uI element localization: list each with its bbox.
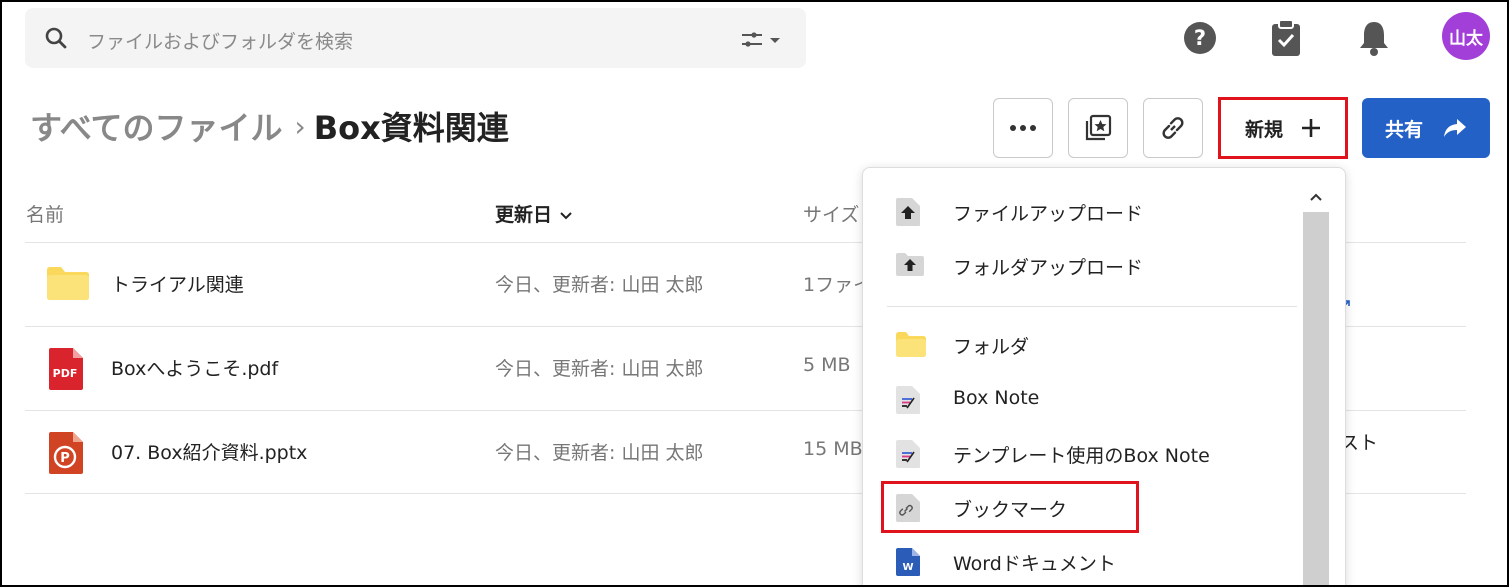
breadcrumb-root[interactable]: すべてのファイル [30,103,282,149]
column-header-size[interactable]: サイズ [803,200,859,227]
notifications-bell-icon[interactable] [1356,18,1392,58]
svg-text:PDF: PDF [53,367,78,380]
menu-divider [887,306,1297,307]
file-name[interactable]: Boxへようこそ.pdf [111,354,278,381]
collections-button[interactable] [1068,98,1128,158]
menu-item-folder[interactable]: フォルダ [863,317,1303,371]
app-frame: ファイルおよびフォルダを検索 ? 山太 すべてのファイル › Box資料関連 新… [0,0,1509,587]
modified-info: 今日、更新者: 山田 太郎 [495,442,704,464]
plus-icon [1302,119,1320,137]
folder-upload-icon [895,251,925,281]
scroll-up-chevron-icon[interactable] [1303,184,1329,210]
menu-scrollbar[interactable] [1303,212,1329,585]
help-icon[interactable]: ? [1182,18,1218,58]
user-avatar[interactable]: 山太 [1442,12,1490,60]
modified-info: 今日、更新者: 山田 太郎 [495,274,704,296]
breadcrumb: すべてのファイル › Box資料関連 [30,103,509,149]
table-row[interactable]: トライアル関連 今日、更新者: 山田 太郎 1ファイ [25,242,872,326]
menu-item-word-document[interactable]: W Wordドキュメント [863,534,1303,585]
box-note-template-icon [895,439,921,473]
breadcrumb-current: Box資料関連 [313,109,509,147]
share-button[interactable]: 共有 [1362,98,1490,158]
bookmark-highlight-box [881,481,1139,533]
table-row[interactable]: P 07. Box紹介資料.pptx 今日、更新者: 山田 太郎 15 MB [25,410,865,494]
svg-text:?: ? [1194,26,1206,50]
search-bar[interactable]: ファイルおよびフォルダを検索 [25,8,806,68]
menu-item-box-note-template[interactable]: テンプレート使用のBox Note [863,426,1303,480]
modified-info: 今日、更新者: 山田 太郎 [495,358,704,380]
menu-item-folder-upload[interactable]: フォルダアップロード [863,238,1303,292]
share-arrow-icon [1444,119,1466,137]
menu-item-label: フォルダ [953,336,1030,358]
tasks-clipboard-icon[interactable] [1268,18,1304,58]
file-name[interactable]: トライアル関連 [111,270,244,297]
file-name[interactable]: 07. Box紹介資料.pptx [111,438,307,465]
search-icon [44,26,68,54]
svg-text:W: W [902,562,913,573]
svg-text:P: P [60,451,70,466]
file-upload-icon [895,197,921,231]
column-header-modified[interactable]: 更新日 [495,200,573,227]
search-filter-icon[interactable] [740,29,788,55]
new-dropdown-menu: ファイルアップロード フォルダアップロード フォルダ Box Note テンプレ… [862,167,1346,585]
menu-item-label: Box Note [953,387,1040,409]
more-options-button[interactable] [993,98,1053,158]
copy-link-button[interactable] [1143,98,1203,158]
column-header-name[interactable]: 名前 [26,200,64,227]
menu-item-label: Wordドキュメント [953,553,1116,575]
pdf-icon: PDF [45,346,85,396]
folder-icon [45,262,91,306]
new-button[interactable]: 新規 [1218,97,1348,159]
pptx-icon: P [45,430,85,480]
menu-item-box-note[interactable]: Box Note [863,372,1303,426]
sort-chevron-down-icon [559,212,572,220]
table-row[interactable]: PDF Boxへようこそ.pdf 今日、更新者: 山田 太郎 5 MB [25,326,865,410]
menu-item-label: フォルダアップロード [953,257,1144,279]
folder-icon [895,330,927,362]
menu-item-label: テンプレート使用のBox Note [953,445,1210,467]
menu-item-label: ファイルアップロード [953,203,1144,225]
size-info: 15 MB [803,438,863,460]
menu-item-file-upload[interactable]: ファイルアップロード [863,184,1303,238]
word-icon: W [895,547,921,581]
breadcrumb-separator-icon: › [294,109,306,143]
collection-star-icon [1085,114,1112,141]
new-button-label: 新規 [1244,118,1283,141]
box-note-icon [895,385,921,419]
link-icon [1162,117,1184,139]
column-header-modified-label: 更新日 [495,204,553,226]
share-button-label: 共有 [1384,118,1423,141]
search-input[interactable]: ファイルおよびフォルダを検索 [87,27,353,54]
ellipsis-icon [1010,125,1036,131]
size-info: 5 MB [803,354,851,376]
